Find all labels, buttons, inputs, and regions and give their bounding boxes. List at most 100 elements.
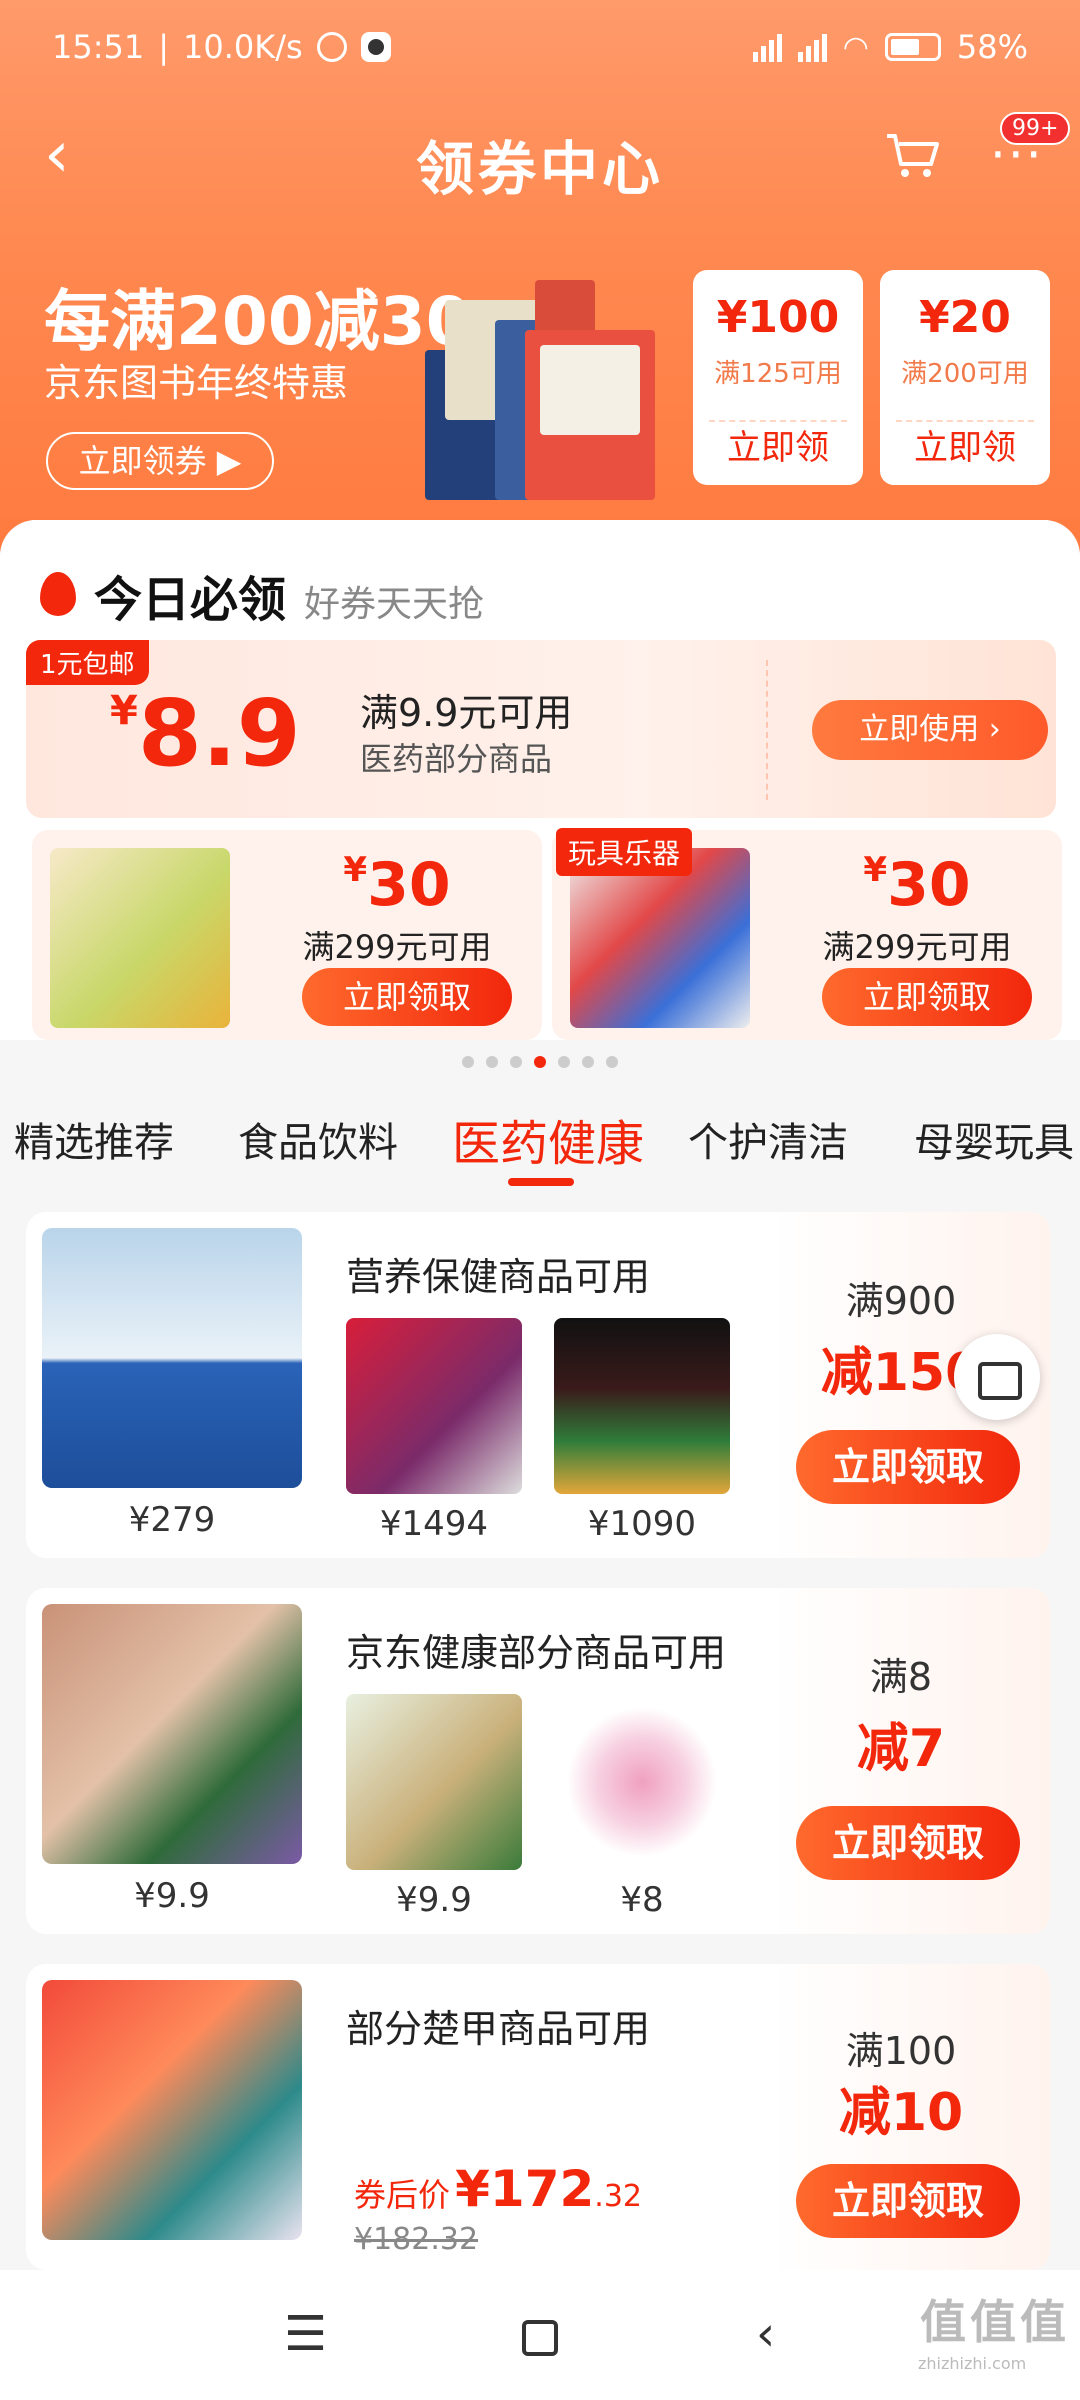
- coupon-card: 部分楚甲商品可用 券后价 ¥172.32 ¥182.32 满100 减10 立即…: [26, 1964, 1050, 2270]
- cart-icon[interactable]: [885, 130, 941, 180]
- product-image[interactable]: [42, 1980, 302, 2240]
- banner-claim-button[interactable]: 立即领券 ▶: [46, 432, 274, 490]
- carousel-dot-active: [534, 1056, 546, 1068]
- coupon-description: 营养保健商品可用: [346, 1255, 651, 1299]
- back-nav-icon[interactable]: ‹: [756, 2306, 775, 2362]
- signal-icon: [752, 32, 782, 62]
- coupon-claim-button[interactable]: 立即领: [693, 420, 863, 469]
- claim-button[interactable]: 立即领取: [796, 2164, 1020, 2238]
- coupon-divider: [709, 420, 847, 422]
- coupon-card: ¥279 营养保健商品可用 ¥1494 ¥1090 满900 减150 立即领取: [26, 1212, 1050, 1558]
- carousel-dot: [462, 1056, 474, 1068]
- category-tag: 玩具乐器: [556, 828, 693, 876]
- after-coupon-decimal: .32: [594, 2179, 642, 2214]
- active-tab-indicator: [508, 1178, 574, 1186]
- coupon-amount: ¥100: [716, 292, 840, 343]
- threshold: 满900: [845, 1279, 957, 1323]
- system-nav-bar: ☰ ‹: [0, 2270, 1080, 2400]
- tab-medicine[interactable]: 医药健康: [452, 1104, 644, 1174]
- alarm-icon: [316, 32, 347, 62]
- discount: 减10: [838, 2083, 964, 2143]
- product-thumbnail[interactable]: [346, 1318, 522, 1494]
- coupon-amount: ¥30: [812, 850, 1022, 920]
- tab-featured[interactable]: 精选推荐: [14, 1110, 174, 1168]
- today-subheading: 好券天天抢: [304, 584, 485, 625]
- coupon-amount: ¥30: [292, 850, 502, 920]
- claim-button[interactable]: 立即领取: [302, 968, 512, 1026]
- claim-button[interactable]: 立即领取: [822, 968, 1032, 1026]
- threshold: 满100: [845, 2029, 957, 2073]
- today-heading: 今日必领: [94, 572, 287, 628]
- coupon-amount: ¥20: [919, 292, 1011, 343]
- thumbnail-price: ¥1090: [587, 1504, 697, 1544]
- flame-icon: [40, 572, 76, 616]
- coupon-card: ¥9.9 京东健康部分商品可用 ¥9.9 ¥8 满8 减7 立即领取: [26, 1588, 1050, 1934]
- app-notification-icon: [360, 32, 391, 62]
- claim-button[interactable]: 立即领取: [796, 1430, 1020, 1504]
- banner-title: 每满200减30: [44, 283, 472, 360]
- featured-coupon[interactable]: 1元包邮 ¥8.9 满9.9元可用 医药部分商品 立即使用 ›: [26, 640, 1056, 818]
- product-thumbnail[interactable]: [554, 1318, 730, 1494]
- thumbnail-price: ¥9.9: [396, 1880, 472, 1920]
- tab-baby-toys[interactable]: 母婴玩具: [914, 1110, 1074, 1168]
- coupon-scope: 医药部分商品: [360, 740, 553, 778]
- coupon-description: 部分楚甲商品可用: [346, 2007, 651, 2051]
- coupon-condition: 满299元可用: [822, 928, 1012, 966]
- coupon-amount-value: 30: [887, 850, 971, 920]
- watermark-url: zhizhizhi.com: [918, 2354, 1027, 2373]
- carousel-dot: [582, 1056, 594, 1068]
- watermark: 值值值: [920, 2295, 1070, 2349]
- home-icon[interactable]: [522, 2320, 558, 2356]
- books-image: [425, 280, 660, 505]
- original-price: ¥182.32: [354, 2222, 479, 2257]
- coupon-amount-value: 30: [367, 850, 451, 920]
- signal-icon: [797, 32, 827, 62]
- tab-personal-care[interactable]: 个护清洁: [688, 1110, 848, 1168]
- coupon-divider: [766, 660, 768, 800]
- coupon-float-icon[interactable]: [954, 1334, 1040, 1420]
- free-shipping-tag: 1元包邮: [26, 640, 149, 685]
- menu-icon[interactable]: ☰: [284, 2306, 327, 2362]
- product-price: ¥279: [128, 1500, 216, 1540]
- banner-coupon-100[interactable]: ¥100 满125可用 立即领: [693, 270, 863, 485]
- oil-product-image: [50, 848, 230, 1028]
- product-image[interactable]: [42, 1228, 302, 1488]
- product-thumbnail[interactable]: [346, 1694, 522, 1870]
- use-now-button[interactable]: 立即使用 ›: [812, 700, 1048, 760]
- currency-symbol: ¥: [110, 688, 138, 734]
- banner-subtitle: 京东图书年终特惠: [44, 361, 349, 405]
- wifi-icon: ◠: [842, 29, 869, 65]
- coupon-oil[interactable]: ¥30 满299元可用 立即领取: [32, 830, 542, 1040]
- after-coupon-price: 券后价 ¥172.32: [354, 2160, 642, 2218]
- coupon-price: ¥8.9: [110, 680, 301, 787]
- tab-food[interactable]: 食品饮料: [238, 1110, 398, 1168]
- coupon-condition: 满9.9元可用: [360, 691, 573, 735]
- today-header: 今日必领 好券天天抢: [40, 560, 484, 630]
- coupon-price-value: 8.9: [137, 680, 301, 787]
- coupon-description: 京东健康部分商品可用: [346, 1631, 727, 1675]
- thumbnail-price: ¥1494: [379, 1504, 489, 1544]
- carousel-dot: [606, 1056, 618, 1068]
- status-time: 15:51: [52, 28, 145, 66]
- battery-percent: 58%: [956, 28, 1028, 66]
- product-thumbnail[interactable]: [554, 1694, 730, 1870]
- claim-button[interactable]: 立即领取: [796, 1806, 1020, 1880]
- product-image[interactable]: [42, 1604, 302, 1864]
- thumbnail-price: ¥8: [620, 1880, 664, 1920]
- status-bar: 15:51 | 10.0K/s ◠ 58%: [0, 0, 1080, 100]
- carousel-indicator: [0, 1056, 1080, 1068]
- carousel-dot: [486, 1056, 498, 1068]
- nav-bar: ‹ 领券中心 ··· 99+: [0, 100, 1080, 210]
- battery-icon: [884, 33, 941, 61]
- status-speed: 10.0K/s: [183, 28, 303, 66]
- notification-badge: 99+: [1000, 112, 1071, 145]
- coupon-condition: 满200可用: [901, 359, 1029, 389]
- coupon-condition: 满299元可用: [302, 928, 492, 966]
- currency-symbol: ¥: [343, 850, 368, 890]
- discount: 减7: [856, 1719, 946, 1779]
- coupon-condition: 满125可用: [714, 359, 842, 389]
- coupon-claim-button[interactable]: 立即领: [880, 420, 1050, 469]
- banner-coupon-20[interactable]: ¥20 满200可用 立即领: [880, 270, 1050, 485]
- carousel-dot: [510, 1056, 522, 1068]
- carousel-dot: [558, 1056, 570, 1068]
